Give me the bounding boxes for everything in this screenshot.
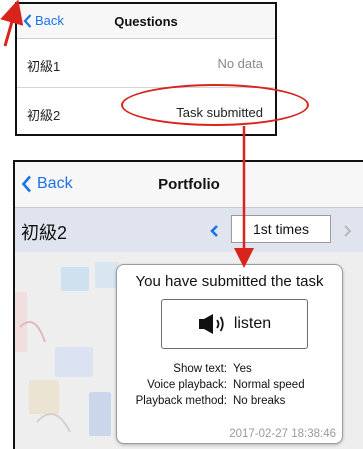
questions-nav-bar: Back Questions — [17, 4, 275, 39]
highlight-oval — [121, 84, 309, 126]
portfolio-screen: Back Portfolio 初級2 1st times You have su… — [13, 160, 363, 449]
setting-row: Playback method: No breaks — [117, 395, 344, 409]
top-left-arrow — [0, 0, 24, 47]
listen-label: listen — [233, 315, 272, 332]
next-attempt-button[interactable] — [337, 221, 357, 241]
setting-value: Normal speed — [233, 379, 305, 391]
page-title: Portfolio — [158, 176, 220, 193]
attempt-selector[interactable]: 1st times — [231, 215, 331, 243]
chevron-right-icon — [344, 225, 352, 237]
submission-date: 2017-02-27 18:38:46 — [229, 428, 336, 440]
card-title: You have submitted the task — [135, 273, 324, 290]
chevron-left-icon — [210, 225, 218, 237]
listen-button[interactable]: listen — [161, 299, 308, 349]
page-title: Questions — [114, 14, 178, 29]
task-name: 初級2 — [21, 223, 68, 243]
task-header: 初級2 1st times — [15, 208, 363, 253]
setting-row: Show text: Yes — [117, 363, 344, 377]
question-row-1[interactable]: 初級1 No data — [17, 39, 275, 88]
portfolio-nav-bar: Back Portfolio — [15, 162, 363, 208]
speaker-icon — [198, 314, 224, 334]
setting-label: Playback method: — [135, 395, 227, 407]
question-status: No data — [217, 56, 263, 71]
question-name: 初級1 — [27, 59, 61, 74]
previous-attempt-button[interactable] — [205, 221, 225, 241]
setting-label: Voice playback: — [147, 379, 227, 391]
question-name: 初級2 — [27, 108, 61, 123]
setting-value: No breaks — [233, 395, 286, 407]
setting-value: Yes — [233, 363, 252, 375]
setting-row: Voice playback: Normal speed — [117, 379, 344, 393]
setting-label: Show text: — [173, 363, 227, 375]
submission-card: You have submitted the task listen Show … — [116, 264, 343, 444]
